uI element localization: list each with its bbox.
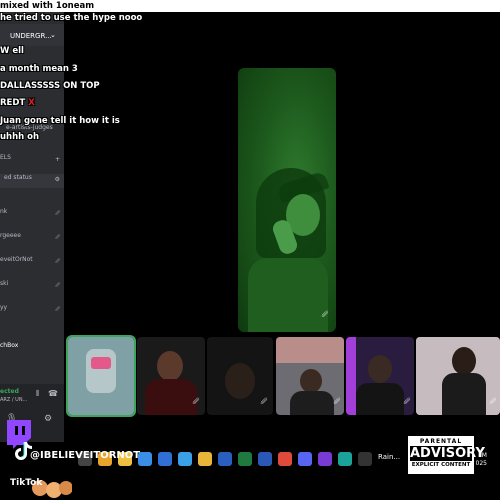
chat-overlay-line: REDT X bbox=[0, 98, 35, 108]
discord-icon[interactable] bbox=[298, 452, 312, 466]
edge-browser-icon[interactable] bbox=[178, 452, 192, 466]
voice-user-name: rgeeee bbox=[0, 232, 21, 239]
chat-overlay-line: DALLASSSSS ON TOP bbox=[0, 81, 100, 91]
lobby-label: chBox bbox=[0, 342, 19, 349]
participant-tile[interactable]: ␥ bbox=[137, 337, 205, 415]
voice-user[interactable]: nk ␥ bbox=[0, 208, 64, 222]
voice-user-name: nk bbox=[0, 208, 8, 215]
word-icon[interactable] bbox=[258, 452, 272, 466]
participant-tile[interactable]: ␥ bbox=[207, 337, 273, 415]
folder-icon[interactable] bbox=[198, 452, 212, 466]
avatar bbox=[86, 349, 116, 393]
server-name: UNDERGR... bbox=[10, 32, 52, 40]
voice-user[interactable]: rgeeee ␥ bbox=[0, 232, 64, 246]
main-video-tile[interactable]: ␥ bbox=[238, 68, 336, 332]
participant-body bbox=[145, 379, 197, 415]
advisory-line-1: PARENTAL bbox=[419, 438, 463, 445]
disconnect-icon[interactable]: ☎ bbox=[48, 389, 58, 398]
participant-body bbox=[356, 383, 404, 415]
participant-tile[interactable] bbox=[66, 335, 136, 417]
obs-icon[interactable] bbox=[358, 452, 372, 466]
excel-icon[interactable] bbox=[238, 452, 252, 466]
close-icon: X bbox=[28, 98, 35, 108]
mic-muted-icon: ␥ bbox=[192, 397, 200, 406]
server-header[interactable]: UNDERGR... ⌄ bbox=[0, 24, 64, 46]
mic-muted-icon: ␥ bbox=[55, 258, 60, 265]
participant-tile[interactable]: ␥ bbox=[276, 337, 344, 415]
mic-muted-icon: ␥ bbox=[333, 397, 341, 406]
status-field[interactable]: ed status ⚙ bbox=[0, 174, 64, 188]
mic-muted-icon: ␥ bbox=[489, 397, 497, 406]
participant-head bbox=[368, 355, 392, 383]
lobby-channel[interactable]: chBox bbox=[0, 342, 64, 356]
chat-overlay-line: Juan gone tell it how it is bbox=[0, 116, 120, 126]
gear-icon[interactable]: ⚙ bbox=[55, 176, 60, 183]
body-shape bbox=[248, 258, 328, 332]
participant-tile[interactable]: ␥ bbox=[346, 337, 414, 415]
mic-muted-icon: ␥ bbox=[403, 397, 411, 406]
voice-user-name: yy bbox=[0, 304, 8, 311]
mic-muted-icon: ␥ bbox=[55, 210, 60, 217]
advisory-line-2: ADVISORY bbox=[410, 446, 485, 461]
advisory-line-3: EXPLICIT CONTENT bbox=[411, 462, 471, 468]
mic-muted-icon: ␥ bbox=[55, 306, 60, 313]
participant-head bbox=[157, 351, 183, 381]
led-light bbox=[346, 337, 356, 415]
status-label: ed status bbox=[4, 174, 32, 181]
avatar-art bbox=[91, 357, 111, 369]
mic-muted-icon: ␥ bbox=[55, 234, 60, 241]
section-label: ELS bbox=[0, 154, 11, 161]
connection-status: ected bbox=[0, 388, 19, 395]
participant-body bbox=[290, 391, 334, 415]
add-icon[interactable]: + bbox=[55, 156, 60, 163]
voice-user-name: eveitOrNot bbox=[0, 256, 33, 263]
signal-icon[interactable]: ⦀ bbox=[36, 389, 40, 399]
mic-muted-icon: ␥ bbox=[55, 282, 60, 289]
creator-handle: @IBELIEVEITORNOT bbox=[30, 450, 141, 461]
chat-overlay-line: mixed with 1oneam bbox=[0, 1, 95, 11]
app-icon[interactable] bbox=[318, 452, 332, 466]
store-icon[interactable] bbox=[218, 452, 232, 466]
voice-section[interactable]: ELS + bbox=[0, 154, 64, 168]
voice-user-name: ski bbox=[0, 280, 9, 287]
voice-user[interactable]: eveitOrNot ␥ bbox=[0, 256, 64, 270]
chat-overlay-line: uhhh oh bbox=[0, 132, 40, 142]
voice-user[interactable]: yy ␥ bbox=[0, 304, 64, 318]
mic-muted-icon: ␥ bbox=[260, 397, 268, 406]
participant-head bbox=[225, 363, 255, 399]
chat-overlay-text: REDT bbox=[0, 98, 26, 108]
chrome-icon[interactable] bbox=[278, 452, 292, 466]
gear-icon[interactable]: ⚙ bbox=[44, 414, 52, 424]
mic-muted-icon: ␥ bbox=[321, 310, 329, 319]
mail-icon[interactable] bbox=[158, 452, 172, 466]
participant-head bbox=[300, 369, 322, 393]
participant-head bbox=[452, 347, 476, 375]
chat-overlay-line: he tried to use the hype nooo bbox=[0, 13, 143, 23]
participant-body bbox=[442, 373, 486, 415]
parental-advisory-label: PARENTAL ADVISORY EXPLICIT CONTENT bbox=[406, 434, 485, 476]
connection-channel: ARZ / UN... bbox=[0, 397, 28, 403]
chat-overlay-line: W ell bbox=[0, 46, 24, 56]
tiktok-watermark: TikTok bbox=[10, 478, 43, 488]
voice-user[interactable]: ski ␥ bbox=[0, 280, 64, 294]
wall-posters bbox=[276, 337, 344, 363]
app-icon[interactable] bbox=[338, 452, 352, 466]
chat-overlay-line: a month mean 3 bbox=[0, 64, 78, 74]
participant-tile[interactable]: ␥ bbox=[416, 337, 500, 415]
discord-sidebar: UNDERGR... ⌄ e-artists-judges ELS + ed s… bbox=[0, 12, 64, 442]
weather-label[interactable]: Rain... bbox=[378, 453, 400, 461]
chevron-down-icon[interactable]: ⌄ bbox=[50, 31, 56, 39]
